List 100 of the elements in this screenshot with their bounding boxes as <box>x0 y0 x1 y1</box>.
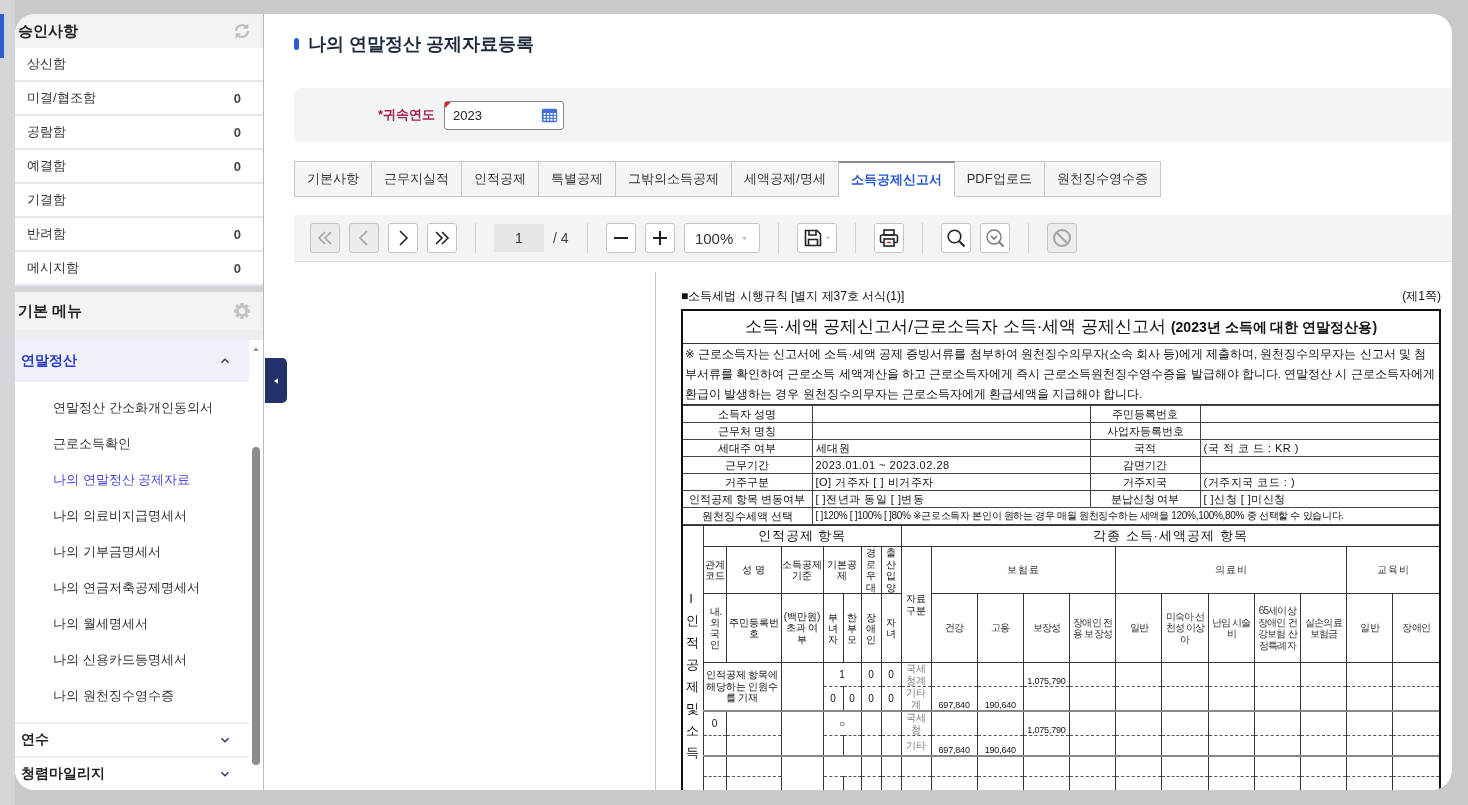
table-cell: 0 <box>843 686 861 711</box>
column-header: 일반 <box>1346 593 1393 663</box>
column-header: 의료비 <box>1115 546 1347 594</box>
table-cell: 0 <box>703 711 726 736</box>
field-label: 주민등록번호 <box>1090 405 1200 423</box>
form-reference: ■소득세법 시행규칙 [별지 제37호 서식(1)] <box>681 288 905 305</box>
column-header: 건강 <box>931 593 978 663</box>
column-header: 각종 소득·세액공제 항목 <box>901 525 1439 547</box>
zoom-in-button[interactable] <box>644 223 675 253</box>
collapse-handle[interactable] <box>265 358 287 403</box>
tab[interactable]: 근무지실적 <box>372 161 462 197</box>
table-cell: ○ <box>823 711 861 736</box>
minus-icon <box>613 237 628 239</box>
tab[interactable]: 특별공제 <box>539 161 616 197</box>
tab[interactable]: 그밖의소득공제 <box>616 161 732 197</box>
table-cell: 190,640 <box>977 686 1024 711</box>
sidebar-item[interactable]: 예결함 <box>27 157 66 175</box>
zoom-out-button[interactable] <box>605 223 636 253</box>
tab[interactable]: 인적공제 <box>462 161 539 197</box>
column-header: 장애인 <box>861 593 881 663</box>
sidebar-item[interactable]: 공람함 <box>27 123 66 141</box>
item-count: 0 <box>233 260 241 276</box>
section-title: 승인사항 <box>18 21 78 41</box>
caret-left-icon <box>272 376 280 385</box>
sidebar-item[interactable]: 기결함 <box>27 191 66 209</box>
menu-item[interactable]: 나의 신용카드등명세서 <box>15 642 249 678</box>
menu-item[interactable]: 나의 연말정산 공제자료 <box>15 462 249 498</box>
item-count: 0 <box>233 90 241 106</box>
column-header: 소득공제 기준 <box>781 546 823 594</box>
column-header: 경로우대 <box>861 546 881 594</box>
table-cell: 기타 <box>901 735 932 756</box>
column-header: 성 명 <box>726 546 781 594</box>
column-header: 주민등록번호 <box>726 593 781 663</box>
table-cell: 0 <box>861 662 881 687</box>
page-field[interactable]: 1 <box>494 224 544 252</box>
printer-icon <box>878 228 899 248</box>
section-title: 기본 메뉴 <box>18 301 83 321</box>
scroll-up-icon[interactable] <box>251 345 261 353</box>
table-cell: 1,075,790 <box>1023 711 1070 736</box>
search-button[interactable] <box>940 223 971 253</box>
zoom-select[interactable]: 100% <box>683 223 760 253</box>
field-label: 인적공제 항목 변동여부 <box>683 490 812 508</box>
field-label: 감면기간 <box>1090 456 1200 474</box>
next-page-button[interactable] <box>388 223 418 253</box>
tab[interactable]: 소득공제신고서 <box>838 161 955 197</box>
table-cell: 국세청계 <box>901 662 932 687</box>
last-page-button[interactable] <box>427 223 457 253</box>
menu-item[interactable]: 나의 기부금명세서 <box>15 534 249 570</box>
tab[interactable]: 세액공제/명세 <box>732 161 839 197</box>
menu-item[interactable]: 나의 의료비지급명세서 <box>15 498 249 534</box>
print-button[interactable] <box>873 223 904 253</box>
tab[interactable]: 기본사항 <box>294 161 372 197</box>
column-header: 기본공제 <box>823 546 861 594</box>
field-label: 거주지국 <box>1090 473 1200 491</box>
field-label: 사업자등록번호 <box>1090 422 1200 440</box>
save-button[interactable] <box>796 223 837 253</box>
field-label: 원천징수세액 선택 <box>683 507 812 525</box>
search-icon <box>945 228 966 248</box>
column-header: 보험료 <box>931 546 1116 594</box>
table-cell: 0 <box>823 686 843 711</box>
table-cell: 697,840 <box>931 686 978 711</box>
sidebar-item[interactable]: 상신함 <box>27 55 66 73</box>
search-down-icon <box>984 228 1005 248</box>
column-header: 자료 구분 <box>901 546 932 663</box>
table-cell: 기타계 <box>901 686 932 711</box>
table-cell: 0 <box>881 686 902 711</box>
table-cell: 0 <box>881 662 902 687</box>
tab[interactable]: PDF업로드 <box>954 161 1045 197</box>
menu-item[interactable]: 나의 연금저축공제명세서 <box>15 570 249 606</box>
sidebar-item[interactable]: 메시지함 <box>27 259 79 277</box>
menu-item[interactable]: 연말정산 간소화개인동의서 <box>15 390 249 426</box>
column-header: 실손의료 보험금 <box>1300 593 1347 663</box>
menu-item[interactable]: 나의 월세명세서 <box>15 606 249 642</box>
table-cell: 인적공제 항목에 해당하는 인원수를 기재 <box>703 662 781 711</box>
field-label: 분납신청 여부 <box>1090 490 1200 508</box>
menu-item[interactable]: 나의 원천징수영수증 <box>15 678 249 714</box>
find-next-button[interactable] <box>979 223 1010 253</box>
item-count: 0 <box>233 226 241 242</box>
menu-group[interactable]: 연말정산 <box>15 340 249 382</box>
column-header: 한부모 <box>843 593 861 663</box>
item-count: 0 <box>233 158 241 174</box>
scrollbar-thumb[interactable] <box>252 447 260 765</box>
page-count: / 4 <box>553 230 569 246</box>
field-label: 국적 <box>1090 439 1200 457</box>
sidebar-item[interactable]: 반려함 <box>27 225 66 243</box>
page-number: (제1쪽) <box>1402 288 1441 305</box>
sidebar-item[interactable]: 미결/협조함 <box>27 89 96 107</box>
field-label: 근무처 명칭 <box>683 422 812 440</box>
column-header: 일반 <box>1115 593 1162 663</box>
menu-item[interactable]: 근로소득확인 <box>15 426 249 462</box>
column-header: 장애인 전용 보장성 <box>1069 593 1116 663</box>
table-cell: 국세청 <box>901 711 932 736</box>
year-field[interactable]: 2023 <box>444 100 564 130</box>
column-header: 고용 <box>977 593 1024 663</box>
tab[interactable]: 원천징수영수증 <box>1044 161 1161 197</box>
field-value: 세대원 <box>812 439 1090 457</box>
active-indicator <box>0 14 4 58</box>
table-cell: 190,640 <box>977 735 1024 756</box>
table-cell: 1 <box>823 662 861 687</box>
column-header: 부녀자 <box>823 593 843 663</box>
